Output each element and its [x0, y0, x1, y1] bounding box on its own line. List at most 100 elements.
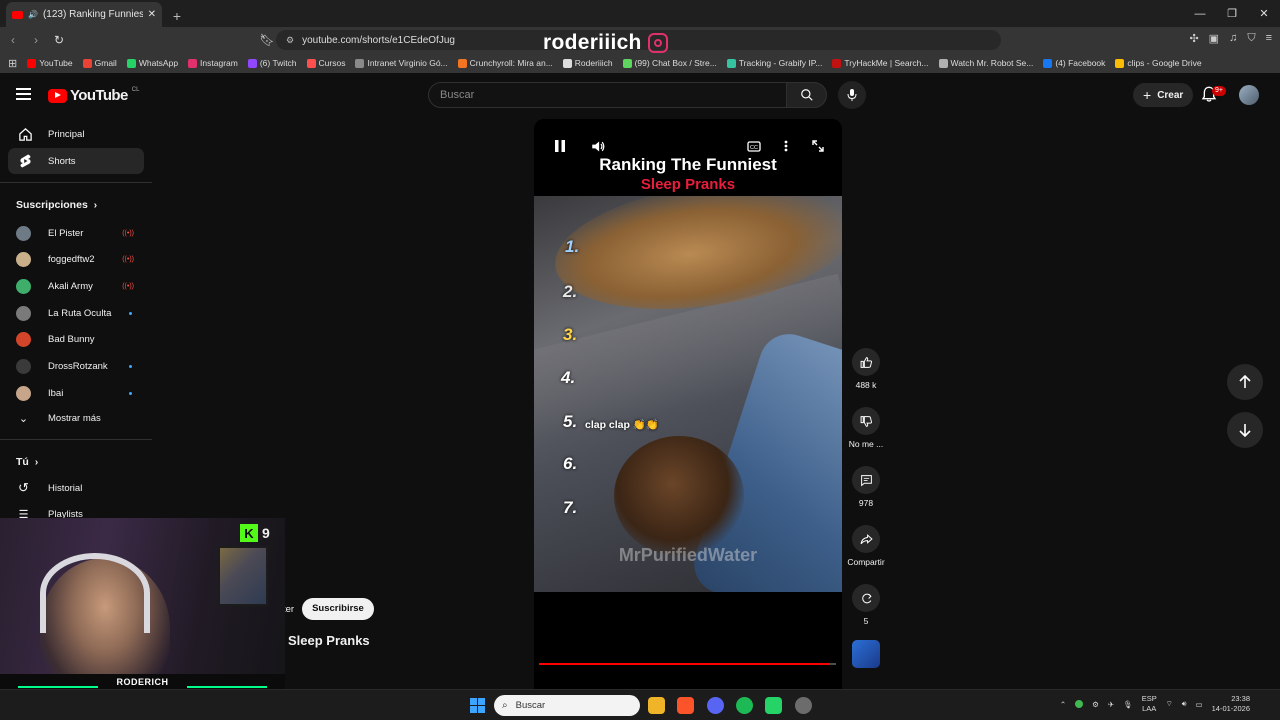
language-indicator[interactable]: ESP LAA: [1142, 694, 1157, 714]
fullscreen-button[interactable]: [809, 138, 827, 154]
thumbs-down-icon: [852, 407, 880, 435]
bookmark-label: (6) Twitch: [259, 58, 297, 68]
bookmark-item[interactable]: Instagram: [188, 58, 238, 68]
subscription-name: El Pister: [48, 227, 84, 239]
brave-icon[interactable]: [677, 697, 695, 714]
short-title-line1: Ranking The Funniest: [599, 155, 777, 174]
windows-start-icon[interactable]: [470, 698, 485, 713]
show-more-button[interactable]: ⌄ Mostrar más: [16, 407, 136, 429]
sidebar-item-shorts[interactable]: Shorts: [8, 148, 144, 174]
previous-short-button[interactable]: [1227, 364, 1263, 400]
video-frame[interactable]: [534, 196, 842, 592]
rank-7: 7.: [563, 498, 578, 517]
pause-button[interactable]: [551, 138, 569, 154]
tab-title: (123) Ranking Funniest Sleep: [42, 9, 143, 20]
volume-button[interactable]: [589, 138, 607, 154]
dislike-button[interactable]: No me ...: [845, 407, 887, 449]
reload-icon[interactable]: ↻: [49, 30, 69, 50]
subscription-item[interactable]: Akali Army ((•)): [16, 275, 136, 297]
network-app-icon[interactable]: ✈: [1108, 700, 1114, 709]
voice-search-button[interactable]: [838, 81, 866, 109]
apps-grid-icon[interactable]: ⊞: [8, 57, 17, 70]
shield-icon[interactable]: ⛉: [1247, 32, 1255, 45]
bookmark-item[interactable]: clips - Google Drive: [1115, 58, 1202, 68]
subscription-item[interactable]: Bad Bunny: [16, 329, 136, 351]
account-avatar[interactable]: [1239, 85, 1259, 105]
maximize-button[interactable]: ❐: [1216, 0, 1248, 27]
close-window-button[interactable]: ✕: [1248, 0, 1280, 27]
minimize-button[interactable]: —: [1184, 0, 1216, 27]
speaker-icon[interactable]: 🔊︎: [1182, 699, 1187, 709]
steam-icon[interactable]: [794, 697, 812, 714]
bookmark-item[interactable]: (99) Chat Box / Stre...: [622, 58, 717, 68]
sidebar-icon[interactable]: ▣: [1209, 32, 1219, 45]
bookmark-item[interactable]: Crunchyroll: Mira an...: [457, 58, 553, 68]
extensions-icon[interactable]: ✣: [1189, 32, 1198, 45]
bookmark-item[interactable]: Intranet Virginio Gó...: [355, 58, 448, 68]
notification-badge: 9+: [1212, 86, 1226, 96]
captions-button[interactable]: CC: [745, 138, 763, 154]
microphone-icon[interactable]: 🎙︎: [1123, 700, 1133, 709]
new-tab-button[interactable]: +: [166, 5, 188, 27]
clock[interactable]: 23:38 14-01-2026: [1212, 694, 1250, 714]
youtube-logo[interactable]: YouTube CL: [48, 87, 139, 104]
bookmark-item[interactable]: (4) Facebook: [1043, 58, 1105, 68]
like-button[interactable]: 488 k: [845, 348, 887, 390]
bookmarks-bar: ⊞ YouTube Gmail WhatsApp Instagram (6) Twitc…: [0, 53, 1280, 73]
back-icon[interactable]: ‹: [3, 30, 23, 50]
bookmark-item[interactable]: WhatsApp: [126, 58, 178, 68]
forward-icon[interactable]: ›: [26, 30, 46, 50]
taskbar-search[interactable]: ⌕ Buscar: [494, 695, 640, 716]
sidebar-item-historial[interactable]: ↺ Historial: [16, 477, 136, 499]
subscribe-button[interactable]: Suscribirse: [302, 598, 374, 620]
browser-tab[interactable]: 🔊 (123) Ranking Funniest Sleep ✕: [6, 2, 162, 27]
sidebar-item-label: Historial: [48, 482, 83, 494]
bookmark-label: (99) Chat Box / Stre...: [634, 58, 717, 68]
status-dot-icon[interactable]: [1075, 700, 1084, 708]
bookmark-item[interactable]: (6) Twitch: [247, 58, 297, 68]
you-heading[interactable]: Tú ›: [16, 456, 38, 468]
bookmark-item[interactable]: YouTube: [27, 58, 73, 68]
bookmark-icon[interactable]: 🔖︎: [257, 30, 277, 50]
sound-thumbnail[interactable]: [852, 640, 880, 668]
progress-bar[interactable]: [539, 663, 836, 665]
bookmark-item[interactable]: Tracking - Grabify IP...: [726, 58, 822, 68]
subscriptions-heading[interactable]: Suscripciones ›: [16, 199, 97, 211]
subscription-item[interactable]: Ibai: [16, 382, 136, 404]
music-icon[interactable]: ♫: [1229, 32, 1237, 45]
menu-icon[interactable]: ≡: [1266, 32, 1272, 45]
live-indicator-icon: ((•)): [122, 256, 134, 264]
hamburger-menu-icon[interactable]: [16, 88, 31, 100]
bookmark-item[interactable]: Roderiiich: [562, 58, 613, 68]
subscription-item[interactable]: DrossRotzank: [16, 356, 136, 378]
chevron-up-icon[interactable]: ⌃: [1060, 700, 1066, 709]
sidebar-item-principal[interactable]: Principal: [8, 121, 144, 147]
bookmark-item[interactable]: TryHackMe | Search...: [832, 58, 929, 68]
wifi-icon[interactable]: ⌔: [1166, 699, 1173, 709]
search-input[interactable]: Buscar: [428, 82, 787, 108]
next-short-button[interactable]: [1227, 412, 1263, 448]
whatsapp-icon[interactable]: [765, 697, 783, 714]
remix-button[interactable]: 5: [845, 584, 887, 626]
bookmark-item[interactable]: Watch Mr. Robot Se...: [938, 58, 1033, 68]
file-explorer-icon[interactable]: [648, 697, 665, 714]
search-button[interactable]: [786, 82, 827, 108]
create-button[interactable]: + Crear: [1133, 83, 1194, 107]
spotify-icon[interactable]: [735, 697, 753, 714]
battery-icon[interactable]: ▭: [1196, 700, 1203, 709]
subscription-item[interactable]: La Ruta Oculta: [16, 302, 136, 324]
share-button[interactable]: Compartir: [845, 525, 887, 567]
subscription-item[interactable]: foggedftw2 ((•)): [16, 249, 136, 271]
sidebar-item-label: Shorts: [48, 155, 76, 167]
bookmark-item[interactable]: Cursos: [306, 58, 345, 68]
plus-icon: +: [1143, 87, 1152, 103]
streamer-name: RODERICH: [116, 677, 169, 687]
app-tray-icon[interactable]: ⚙: [1092, 700, 1099, 709]
site-info-icon[interactable]: ⚙: [286, 35, 294, 46]
discord-icon[interactable]: [706, 697, 724, 714]
comments-button[interactable]: 978: [845, 466, 887, 508]
subscription-item[interactable]: El Pister ((•)): [16, 222, 136, 244]
close-tab-icon[interactable]: ✕: [148, 9, 156, 20]
more-options-button[interactable]: [777, 138, 795, 154]
bookmark-item[interactable]: Gmail: [82, 58, 117, 68]
